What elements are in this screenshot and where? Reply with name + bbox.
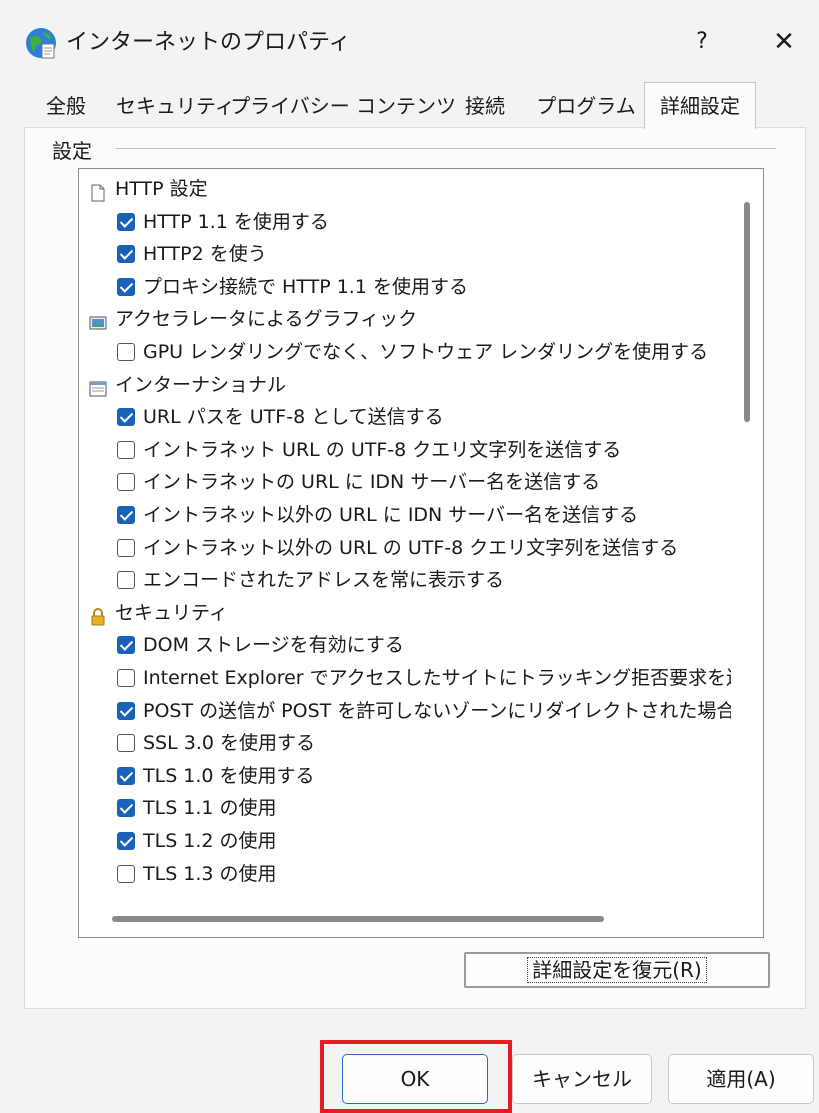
checkbox-unchecked[interactable] [117, 571, 135, 590]
horizontal-scrollbar[interactable] [112, 916, 604, 922]
ok-highlight-box [320, 1040, 512, 1113]
checkbox-checked[interactable] [117, 245, 135, 264]
setting-label: TLS 1.2 の使用 [143, 830, 277, 852]
checkbox-checked[interactable] [117, 212, 135, 231]
checkbox-checked[interactable] [117, 408, 135, 427]
setting-label: Internet Explorer でアクセスしたサイトにトラッキング拒否要求を… [143, 667, 731, 689]
checkbox-unchecked[interactable] [117, 734, 135, 753]
settings-category: HTTP 設定 [89, 173, 208, 205]
setting-label: イントラネットの URL に IDN サーバー名を送信する [143, 471, 601, 494]
checkbox-unchecked[interactable] [117, 864, 135, 883]
tab-content[interactable]: コンテンツ [356, 88, 456, 128]
settings-option[interactable]: POST の送信が POST を許可しないゾーンにリダイレクトされた場合 [117, 695, 731, 727]
settings-option[interactable]: イントラネット URL の UTF-8 クエリ文字列を送信する [117, 434, 621, 466]
setting-label: POST の送信が POST を許可しないゾーンにリダイレクトされた場合 [143, 699, 731, 722]
tab-general[interactable]: 全般 [36, 88, 96, 128]
checkbox-checked[interactable] [117, 277, 135, 296]
internet-globe-icon [26, 28, 56, 59]
settings-option[interactable]: Internet Explorer でアクセスしたサイトにトラッキング拒否要求を… [117, 662, 731, 694]
setting-label: TLS 1.3 の使用 [143, 862, 277, 885]
checkbox-unchecked[interactable] [117, 343, 135, 361]
setting-label: エンコードされたアドレスを常に表示する [143, 569, 505, 592]
checkbox-unchecked[interactable] [117, 669, 135, 687]
tab-strip: 全般 セキュリティ プライバシー コンテンツ 接続 プログラム 詳細設定 [24, 82, 804, 129]
setting-label: HTTP 設定 [115, 178, 208, 200]
settings-list: HTTP 設定 HTTP 1.1 を使用する HTTP2 を使うプロキシ接続で HT… [79, 169, 731, 905]
settings-option[interactable]: URL パスを UTF-8 として送信する [117, 401, 444, 433]
lock-icon [89, 604, 107, 626]
tab-programs[interactable]: プログラム [534, 88, 638, 128]
settings-option[interactable]: TLS 1.1 の使用 [117, 792, 277, 824]
setting-label: イントラネット以外の URL に IDN サーバー名を送信する [143, 504, 639, 526]
settings-option[interactable]: エンコードされたアドレスを常に表示する [117, 564, 504, 596]
checkbox-unchecked[interactable] [117, 538, 135, 557]
setting-label: TLS 1.1 の使用 [143, 797, 277, 820]
settings-group-label: 設定 [52, 135, 98, 164]
settings-option[interactable]: DOM ストレージを有効にする [117, 629, 404, 661]
checkbox-checked[interactable] [117, 701, 135, 720]
checkbox-unchecked[interactable] [117, 473, 135, 492]
settings-option[interactable]: TLS 1.0 を使用する [117, 760, 315, 792]
checkbox-checked[interactable] [117, 799, 135, 818]
setting-label: HTTP2 を使う [143, 243, 267, 266]
help-button[interactable]: ? [680, 22, 724, 62]
vertical-scrollbar[interactable] [744, 202, 750, 422]
settings-option[interactable]: GPU レンダリングでなく、ソフトウェア レンダリングを使用する [117, 336, 708, 368]
settings-option[interactable]: プロキシ接続で HTTP 1.1 を使用する [117, 271, 468, 303]
settings-option[interactable]: イントラネットの URL に IDN サーバー名を送信する [117, 466, 600, 498]
setting-label: DOM ストレージを有効にする [143, 634, 404, 657]
setting-label: アクセラレータによるグラフィック [115, 308, 418, 331]
restore-advanced-settings-button[interactable]: 詳細設定を復元(R) [464, 952, 770, 988]
tab-privacy[interactable]: プライバシー [230, 88, 350, 128]
settings-option[interactable]: イントラネット以外の URL に IDN サーバー名を送信する [117, 499, 638, 531]
setting-label: GPU レンダリングでなく、ソフトウェア レンダリングを使用する [143, 341, 709, 363]
apply-button[interactable]: 適用(A) [668, 1054, 814, 1104]
window-title: インターネットのプロパティ [66, 30, 351, 55]
tab-advanced[interactable]: 詳細設定 [644, 82, 756, 129]
settings-option[interactable]: TLS 1.3 の使用 [117, 858, 277, 890]
setting-label: HTTP 1.1 を使用する [143, 210, 329, 233]
tab-connections[interactable]: 接続 [458, 88, 512, 128]
setting-label: イントラネット URL の UTF-8 クエリ文字列を送信する [143, 438, 622, 461]
settings-tree[interactable]: HTTP 設定 HTTP 1.1 を使用する HTTP2 を使うプロキシ接続で HT… [78, 168, 764, 938]
title-bar: インターネットのプロパティ ? ✕ [0, 0, 819, 88]
settings-category: インターナショナル [89, 369, 286, 401]
checkbox-checked[interactable] [117, 636, 135, 655]
picture-icon [89, 310, 107, 330]
settings-category: セキュリティ [89, 597, 228, 629]
settings-option[interactable]: HTTP 1.1 を使用する [117, 206, 329, 238]
settings-category: アクセラレータによるグラフィック [89, 303, 417, 335]
settings-option[interactable]: TLS 1.2 の使用 [117, 825, 277, 857]
window-icon [89, 376, 107, 397]
checkbox-checked[interactable] [117, 766, 135, 785]
setting-label: SSL 3.0 を使用する [143, 732, 316, 755]
checkbox-checked[interactable] [117, 832, 135, 850]
setting-label: インターナショナル [115, 373, 287, 396]
restore-button-label: 詳細設定を復元(R) [527, 957, 707, 983]
tab-security[interactable]: セキュリティ [116, 88, 235, 128]
checkbox-checked[interactable] [117, 506, 135, 524]
settings-option[interactable]: SSL 3.0 を使用する [117, 727, 315, 759]
setting-label: URL パスを UTF-8 として送信する [143, 406, 444, 429]
checkbox-unchecked[interactable] [117, 440, 135, 459]
setting-label: イントラネット以外の URL の UTF-8 クエリ文字列を送信する [143, 536, 679, 559]
setting-label: セキュリティ [115, 601, 228, 624]
settings-option[interactable]: イントラネット以外の URL の UTF-8 クエリ文字列を送信する [117, 532, 678, 564]
settings-option[interactable]: HTTP2 を使う [117, 238, 267, 270]
setting-label: プロキシ接続で HTTP 1.1 を使用する [143, 275, 468, 298]
document-icon [89, 180, 107, 202]
cancel-button[interactable]: キャンセル [512, 1054, 652, 1104]
setting-label: TLS 1.0 を使用する [143, 764, 315, 787]
group-divider [116, 148, 776, 149]
close-button[interactable]: ✕ [760, 22, 808, 62]
